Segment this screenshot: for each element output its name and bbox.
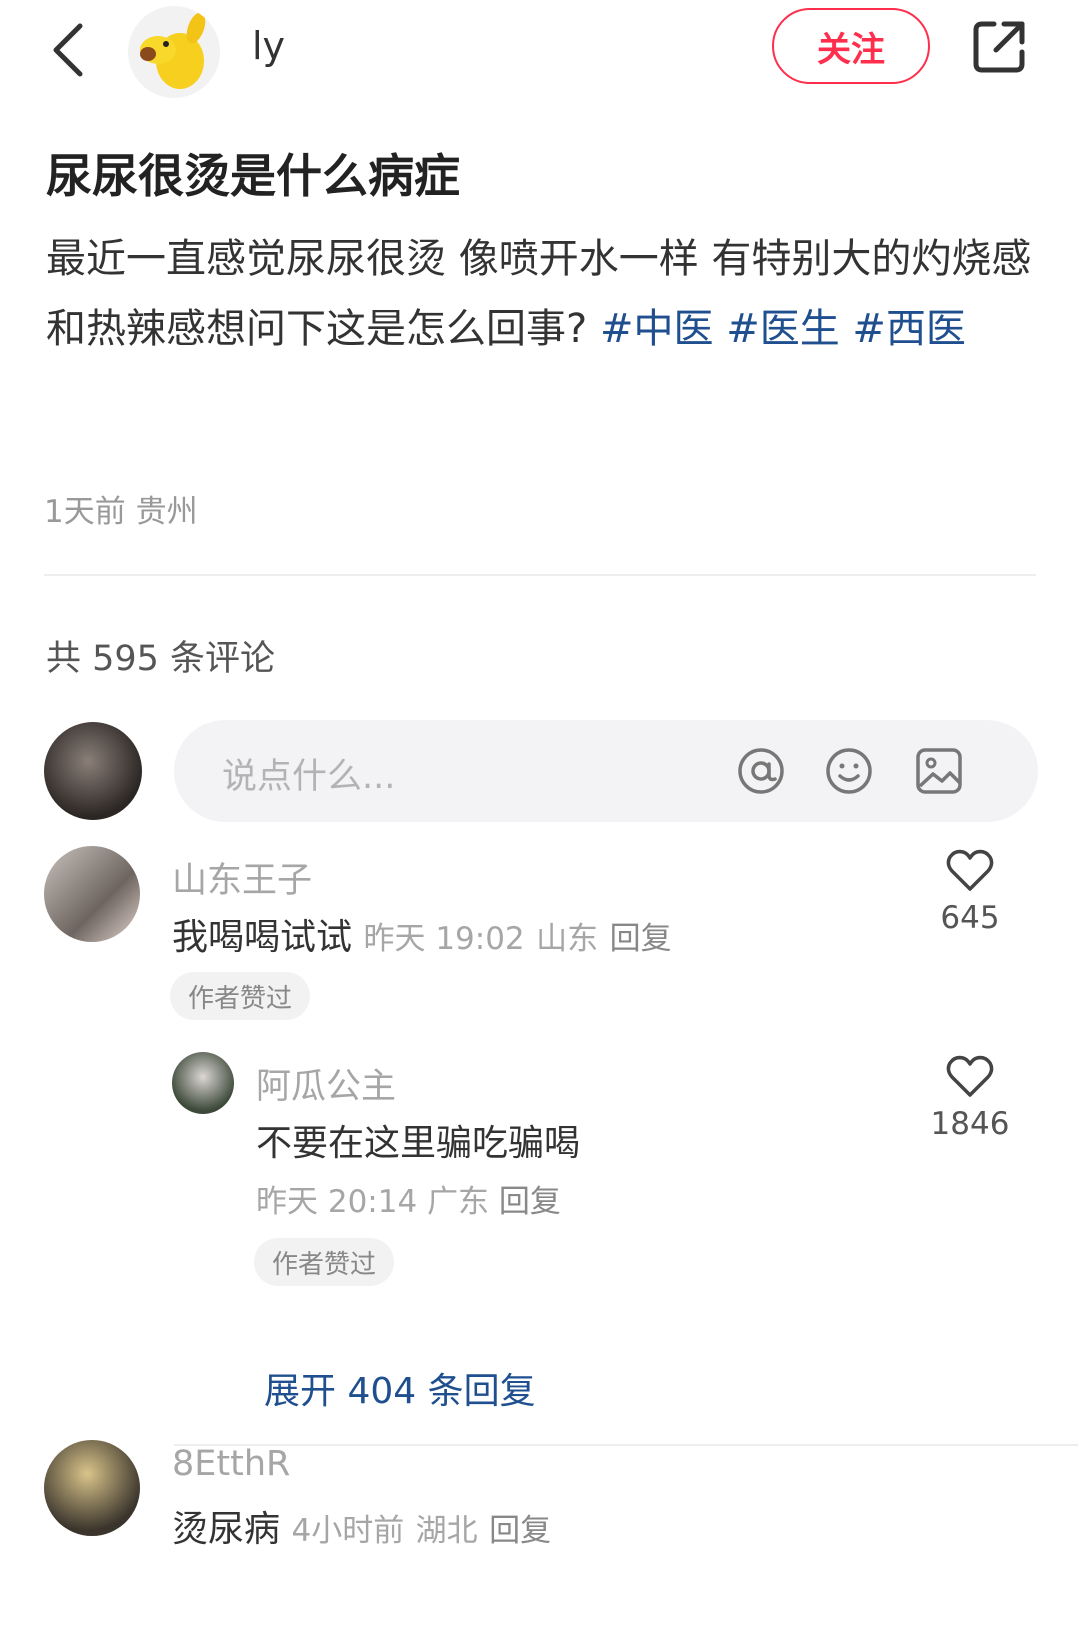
comment-time: 4小时前 <box>291 1513 405 1549</box>
back-button[interactable] <box>40 18 96 82</box>
reply-time: 昨天 20:14 <box>256 1184 418 1220</box>
tag-doctor[interactable]: #医生 <box>726 306 840 352</box>
author-liked-badge: 作者赞过 <box>170 972 311 1020</box>
tag-western-medicine[interactable]: #西医 <box>852 306 966 352</box>
post-body: 最近一直感觉尿尿很烫 像喷开水一样 有特别大的灼烧感和热辣感想问下这是怎么回事?… <box>46 224 1036 364</box>
image-button[interactable] <box>914 746 964 796</box>
comment-input-placeholder: 说点什么... <box>222 757 396 797</box>
reply-meta: 昨天 20:14 广东 回复 <box>256 1176 561 1221</box>
reply-avatar[interactable] <box>172 1052 234 1114</box>
comment-username[interactable]: 山东王子 <box>172 852 312 903</box>
comment-avatar[interactable] <box>44 1440 140 1536</box>
follow-button[interactable]: 关注 <box>772 8 930 84</box>
chevron-left-icon <box>53 23 83 77</box>
share-button[interactable] <box>966 14 1032 80</box>
comment-body: 我喝喝试试 <box>172 917 353 958</box>
my-avatar <box>44 722 142 820</box>
reply-button[interactable]: 回复 <box>499 1184 561 1220</box>
author-name[interactable]: ly <box>252 24 285 68</box>
post-time: 1天前 <box>44 494 126 530</box>
yellow-dog-icon <box>140 12 206 89</box>
reply-button[interactable]: 回复 <box>489 1513 551 1549</box>
author-liked-badge: 作者赞过 <box>254 1238 395 1286</box>
comment-body: 烫尿病 <box>172 1509 281 1550</box>
like-button[interactable]: 1846 <box>930 1054 1010 1142</box>
divider <box>44 574 1036 576</box>
comment-input[interactable]: 说点什么... <box>174 720 1038 822</box>
tag-chinese-medicine[interactable]: #中医 <box>600 306 714 352</box>
at-icon <box>738 748 784 794</box>
top-bar: ly 关注 <box>0 0 1080 100</box>
heart-icon <box>946 1055 994 1097</box>
comment-text: 我喝喝试试 昨天 19:02 山东 回复 <box>172 908 672 960</box>
divider <box>174 1444 1078 1446</box>
comment-text: 烫尿病 4小时前 湖北 回复 <box>172 1500 551 1552</box>
comment-time: 昨天 19:02 <box>363 921 525 957</box>
author-avatar[interactable] <box>128 6 220 98</box>
expand-replies-button[interactable]: 展开 404 条回复 <box>264 1362 536 1414</box>
reply-body: 不要在这里骗吃骗喝 <box>256 1123 581 1164</box>
like-count: 1846 <box>930 1106 1010 1142</box>
comment-location: 湖北 <box>415 1513 478 1549</box>
mention-button[interactable] <box>736 746 786 796</box>
post-title: 尿尿很烫是什么病症 <box>46 149 460 203</box>
post-location: 贵州 <box>135 494 198 530</box>
comment-username[interactable]: 8EtthR <box>172 1444 290 1484</box>
share-icon <box>973 21 1025 73</box>
like-count: 645 <box>940 900 1000 936</box>
comments-count: 共 595 条评论 <box>46 639 276 679</box>
image-icon <box>916 748 962 794</box>
like-button[interactable]: 645 <box>930 848 1010 936</box>
post-meta: 1天前 贵州 <box>44 486 198 531</box>
heart-icon <box>946 849 994 891</box>
comment-avatar[interactable] <box>44 846 140 942</box>
comment-location: 山东 <box>536 921 599 957</box>
smiley-icon <box>826 748 872 794</box>
emoji-button[interactable] <box>824 746 874 796</box>
reply-button[interactable]: 回复 <box>610 921 672 957</box>
reply-location: 广东 <box>427 1184 490 1220</box>
reply-username[interactable]: 阿瓜公主 <box>256 1058 396 1109</box>
